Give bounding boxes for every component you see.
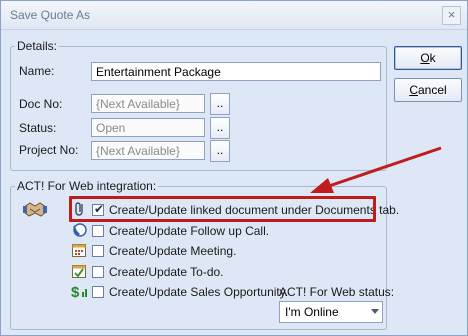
todo-checkbox[interactable]: [92, 266, 104, 278]
dollar-icon: $: [71, 284, 87, 299]
web-status-select[interactable]: I'm Online: [279, 301, 383, 323]
calendar-icon: [72, 244, 86, 257]
highlight-box: [69, 196, 376, 222]
window-title: Save Quote As: [10, 8, 91, 22]
todo-icon: [72, 265, 86, 278]
todo-label: Create/Update To-do.: [109, 265, 224, 279]
projectno-browse-button[interactable]: ..: [210, 140, 230, 162]
save-quote-dialog: Save Quote As × Details: Name: Doc No: .…: [0, 0, 468, 336]
docno-browse-button[interactable]: ..: [210, 93, 230, 115]
follow-up-call-label: Create/Update Follow up Call.: [109, 224, 270, 238]
projectno-label: Project No:: [19, 143, 79, 157]
docno-label: Doc No:: [19, 97, 63, 111]
cancel-button[interactable]: Cancel: [394, 78, 462, 102]
web-status-label: ACT! For Web status:: [279, 285, 395, 299]
sales-opportunity-label: Create/Update Sales Opportunity.: [109, 285, 289, 299]
chevron-down-icon[interactable]: [371, 309, 379, 314]
details-legend: Details:: [17, 39, 58, 53]
handshake-icon: [23, 202, 47, 217]
web-status-value: I'm Online: [285, 305, 339, 319]
close-button[interactable]: ×: [442, 6, 461, 25]
status-browse-button[interactable]: ..: [210, 117, 230, 139]
meeting-label: Create/Update Meeting.: [109, 244, 237, 258]
title-bar: Save Quote As ×: [1, 1, 467, 30]
phone-icon: [73, 223, 87, 237]
integration-legend: ACT! For Web integration:: [17, 179, 157, 193]
sales-opportunity-checkbox[interactable]: [92, 286, 104, 298]
follow-up-call-checkbox[interactable]: [92, 225, 104, 237]
meeting-checkbox[interactable]: [92, 245, 104, 257]
docno-input[interactable]: [91, 94, 205, 113]
svg-text:$: $: [71, 284, 80, 299]
name-label: Name:: [19, 64, 55, 78]
status-input[interactable]: [91, 118, 205, 137]
status-label: Status:: [19, 121, 57, 135]
ok-button[interactable]: Ok: [394, 46, 462, 70]
name-input[interactable]: [91, 62, 381, 81]
projectno-input[interactable]: [91, 141, 205, 160]
